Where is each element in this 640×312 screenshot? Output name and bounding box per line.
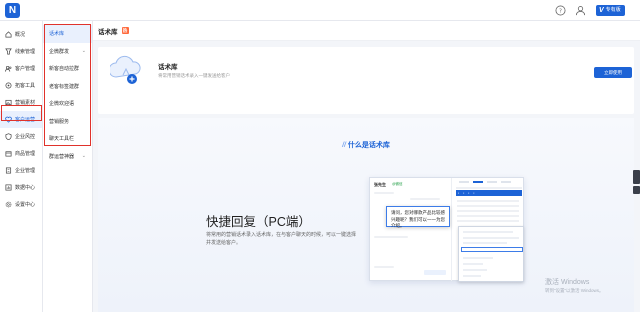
mock-dropdown-line xyxy=(463,269,487,271)
sidebar-item-label: 数据中心 xyxy=(15,185,36,191)
main-content: 话术库 热 话术库 将常用营销话术录入一键发送给客户 立即使用 // 什么是话术… xyxy=(93,21,640,312)
sidebar-item-customers[interactable]: 客户管理 xyxy=(0,60,42,77)
highlight-box-submenu xyxy=(44,24,91,146)
sidebar-item-label: 拓客工具 xyxy=(15,83,36,89)
intro-description: 将常用营销话术录入一键发送给客户 xyxy=(158,73,230,78)
users-icon xyxy=(5,65,12,72)
mock-line xyxy=(410,198,440,200)
sidebar-item-label: 线索管理 xyxy=(15,49,36,55)
sidebar: 概况 线索管理 客户管理 拓客工具 营销素材 客户运营 企业风控 商品管理 企业… xyxy=(0,21,43,312)
windows-watermark: 激活 Windows xyxy=(545,279,590,286)
side-handle[interactable] xyxy=(633,170,640,184)
sidebar-item-overview[interactable]: 概况 xyxy=(0,26,42,43)
vip-mark-icon: V xyxy=(599,7,604,14)
mock-row xyxy=(457,210,519,212)
mock-reply-popup: 请问，您对哪款产品比较感兴趣呢？我们可以一一为您介绍。 xyxy=(386,206,450,228)
mock-row xyxy=(457,220,519,222)
chevron-down-icon: ⌄ xyxy=(81,153,86,160)
feature-heading: // 什么是话术库 xyxy=(98,140,634,150)
hot-badge: 热 xyxy=(121,27,129,34)
intro-title: 话术库 xyxy=(158,64,178,71)
mock-dropdown-line xyxy=(463,257,493,259)
app-logo[interactable]: N xyxy=(5,3,20,18)
mock-send-button xyxy=(424,270,446,275)
target-icon xyxy=(5,82,12,89)
submenu-item-label: 群运营神器 xyxy=(49,153,75,160)
mock-row xyxy=(457,200,519,202)
mock-line xyxy=(374,236,408,238)
mock-row xyxy=(457,215,519,217)
mock-dropdown-line xyxy=(463,263,483,265)
feature-screenshot: 张先生 @微信 ▪ ▪ ▪ ▪ 请问，您对哪款产品比较感兴趣呢？我们可以一一为您… xyxy=(369,177,524,282)
mock-contact-name: 张先生 xyxy=(374,182,386,187)
home-icon xyxy=(5,31,12,38)
page-title: 话术库 xyxy=(98,28,118,36)
sidebar-item-leads[interactable]: 线索管理 xyxy=(0,43,42,60)
sidebar-item-enterprise[interactable]: 企业管理 xyxy=(0,162,42,179)
feature-heading-text: 什么是话术库 xyxy=(347,142,390,149)
sidebar-item-label: 客户管理 xyxy=(15,66,36,72)
svg-text:?: ? xyxy=(559,9,562,15)
highlight-box-nav xyxy=(1,105,42,121)
mock-chat-pane: 张先生 @微信 xyxy=(370,178,452,281)
intro-card: 话术库 将常用营销话术录入一键发送给客户 立即使用 xyxy=(98,47,634,114)
help-icon[interactable]: ? xyxy=(555,5,566,16)
feature-description: 将常用的营销话术录入话术库，在与客户聊天的时候，可以一键选择并发送给客户。 xyxy=(206,232,357,246)
mock-dropdown-line xyxy=(463,242,507,244)
mock-dropdown-selected xyxy=(461,247,523,252)
sidebar-item-products[interactable]: 商品管理 xyxy=(0,145,42,162)
funnel-icon xyxy=(5,48,12,55)
mock-row xyxy=(457,205,519,207)
use-now-button[interactable]: 立即使用 xyxy=(594,67,632,78)
mock-dropdown xyxy=(458,226,524,282)
page-header: 话术库 热 xyxy=(93,21,640,41)
mock-line xyxy=(374,192,394,194)
mock-dropdown-line xyxy=(463,237,519,239)
shield-icon xyxy=(5,133,12,140)
sidebar-item-label: 企业管理 xyxy=(15,168,36,174)
sidebar-item-settings[interactable]: 设置中心 xyxy=(0,196,42,213)
sidebar-item-risk-control[interactable]: 企业风控 xyxy=(0,128,42,145)
feature-title: 快捷回复（PC端） xyxy=(206,215,311,229)
vip-badge[interactable]: V 专有版 xyxy=(596,5,625,16)
mock-tabs xyxy=(453,178,524,186)
chart-icon xyxy=(5,184,12,191)
sidebar-item-label: 设置中心 xyxy=(15,202,36,208)
mock-dropdown-line xyxy=(463,231,513,233)
mock-category-bar: ▪ ▪ ▪ ▪ xyxy=(456,190,522,196)
sidebar-item-label: 商品管理 xyxy=(15,151,36,157)
top-bar: N ? V 专有版 xyxy=(0,0,640,21)
user-icon[interactable] xyxy=(575,5,586,16)
mock-contact-tag: @微信 xyxy=(392,182,403,186)
sidebar-item-label: 概况 xyxy=(15,32,26,38)
vip-label: 专有版 xyxy=(605,7,621,13)
mock-dropdown-line xyxy=(463,275,481,277)
script-library-icon xyxy=(110,55,141,84)
side-handle[interactable] xyxy=(633,186,640,194)
sidebar-item-data-center[interactable]: 数据中心 xyxy=(0,179,42,196)
sidebar-item-label: 企业风控 xyxy=(15,134,36,140)
windows-watermark-sub: 转到“设置”以激活 Windows。 xyxy=(545,288,604,293)
mock-line xyxy=(374,266,394,268)
gear-icon xyxy=(5,201,12,208)
sidebar-item-acquisition[interactable]: 拓客工具 xyxy=(0,77,42,94)
building-icon xyxy=(5,167,12,174)
box-icon xyxy=(5,151,12,157)
submenu-item-group-ops[interactable]: 群运营神器 ⌄ xyxy=(43,148,92,166)
